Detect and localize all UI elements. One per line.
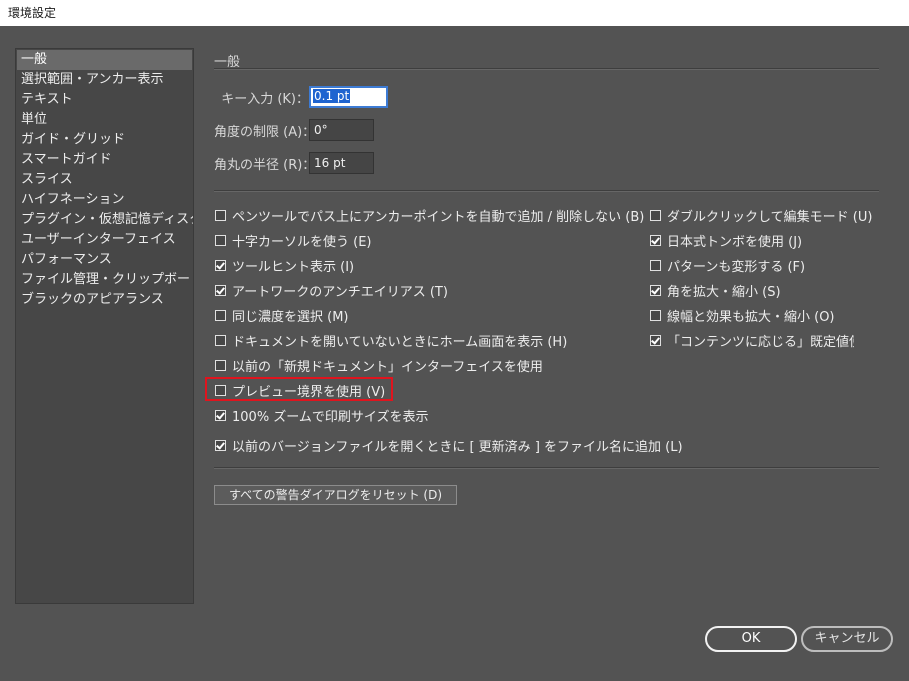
sidebar-item-units[interactable]: 単位 <box>16 110 193 130</box>
reset-warning-dialogs-button[interactable]: すべての警告ダイアログをリセット (D) <box>214 485 457 505</box>
option-label: 100% ズームで印刷サイズを表示 <box>232 409 429 425</box>
option-anti-aliased-artwork[interactable]: アートワークのアンチエイリアス (T) <box>215 281 448 300</box>
checkbox[interactable] <box>215 359 226 371</box>
sidebar-item-black-appearance[interactable]: ブラックのアピアランス <box>16 290 193 310</box>
divider <box>214 467 879 469</box>
sidebar: 一般 選択範囲・アンカー表示 テキスト 単位 ガイド・グリッド スマートガイド … <box>15 48 194 604</box>
sidebar-item-general[interactable]: 一般 <box>17 50 192 70</box>
sidebar-item-selection-anchor[interactable]: 選択範囲・アンカー表示 <box>16 70 193 90</box>
checkbox[interactable] <box>650 284 661 296</box>
key-input-field[interactable]: 0.1 pt <box>309 86 388 108</box>
option-pen-auto-add-delete[interactable]: ペンツールでパス上にアンカーポイントを自動で追加 / 削除しない (B) <box>215 206 645 225</box>
window-title: 環境設定 <box>0 0 909 26</box>
option-label: 「コンテンツに応じる」既定値使用 <box>667 334 854 350</box>
option-label: 十字カーソルを使う (E) <box>232 234 372 250</box>
checkbox[interactable] <box>215 259 226 271</box>
option-label: ダブルクリックして編集モード (U) <box>667 209 873 225</box>
checkbox[interactable] <box>215 234 226 246</box>
option-scale-corners[interactable]: 角を拡大・縮小 (S) <box>650 281 880 299</box>
angle-limit-field[interactable]: 0° <box>309 119 374 141</box>
option-transform-patterns[interactable]: パターンも変形する (F) <box>650 256 880 274</box>
sidebar-item-plugins-scratch[interactable]: プラグイン・仮想記憶ディスク <box>16 210 193 230</box>
option-label: アートワークのアンチエイリアス (T) <box>232 284 448 300</box>
option-label: ドキュメントを開いていないときにホーム画面を表示 (H) <box>232 334 568 350</box>
sidebar-item-text[interactable]: テキスト <box>16 90 193 110</box>
corner-radius-field[interactable]: 16 pt <box>309 152 374 174</box>
checkbox[interactable] <box>650 334 661 346</box>
checkbox[interactable] <box>215 309 226 321</box>
option-japanese-crop-marks[interactable]: 日本式トンボを使用 (J) <box>650 231 880 249</box>
corner-radius-row: 角丸の半径 (R)： 16 pt <box>214 152 374 174</box>
angle-limit-row: 角度の制限 (A)： 0° <box>214 119 374 141</box>
key-input-row: キー入力 (K)： 0.1 pt <box>214 86 388 108</box>
option-label: パターンも変形する (F) <box>667 259 806 275</box>
annotation-highlight-box <box>205 377 393 401</box>
sidebar-item-performance[interactable]: パフォーマンス <box>16 250 193 270</box>
option-label: 線幅と効果も拡大・縮小 (O) <box>667 309 835 325</box>
option-precise-cursors[interactable]: 十字カーソルを使う (E) <box>215 231 372 250</box>
key-input-label: キー入力 (K)： <box>221 91 309 107</box>
sidebar-item-slices[interactable]: スライス <box>16 170 193 190</box>
option-label: ツールヒント表示 (I) <box>232 259 355 275</box>
sidebar-item-guides-grid[interactable]: ガイド・グリッド <box>16 130 193 150</box>
option-append-converted[interactable]: 以前のバージョンファイルを開くときに [ 更新済み ] をファイル名に追加 (L… <box>215 436 683 455</box>
option-label: 同じ濃度を選択 (M) <box>232 309 349 325</box>
option-label: 以前の「新規ドキュメント」インターフェイスを使用 <box>232 359 543 375</box>
option-label: ペンツールでパス上にアンカーポイントを自動で追加 / 削除しない (B) <box>232 209 645 225</box>
key-input-value: 0.1 pt <box>313 89 351 103</box>
ok-button[interactable]: OK <box>705 626 797 652</box>
divider <box>214 68 879 70</box>
cancel-button[interactable]: キャンセル <box>801 626 893 652</box>
option-select-same-tint[interactable]: 同じ濃度を選択 (M) <box>215 306 349 325</box>
checkbox[interactable] <box>215 439 226 451</box>
sidebar-item-file-handling[interactable]: ファイル管理・クリップボード <box>16 270 193 290</box>
option-show-home-screen[interactable]: ドキュメントを開いていないときにホーム画面を表示 (H) <box>215 331 568 350</box>
sidebar-item-hyphenation[interactable]: ハイフネーション <box>16 190 193 210</box>
checkbox[interactable] <box>650 259 661 271</box>
option-label: 以前のバージョンファイルを開くときに [ 更新済み ] をファイル名に追加 (L… <box>232 439 683 455</box>
checkbox[interactable] <box>650 309 661 321</box>
option-double-click-isolate[interactable]: ダブルクリックして編集モード (U) <box>650 206 880 224</box>
option-content-aware-defaults[interactable]: 「コンテンツに応じる」既定値使用 <box>650 331 854 349</box>
option-print-size-100-zoom[interactable]: 100% ズームで印刷サイズを表示 <box>215 406 429 425</box>
checkbox[interactable] <box>215 409 226 421</box>
sidebar-item-smart-guides[interactable]: スマートガイド <box>16 150 193 170</box>
option-show-tooltips[interactable]: ツールヒント表示 (I) <box>215 256 355 275</box>
checkbox[interactable] <box>650 234 661 246</box>
checkbox[interactable] <box>650 209 661 221</box>
angle-limit-label: 角度の制限 (A)： <box>214 124 316 140</box>
option-legacy-new-document[interactable]: 以前の「新規ドキュメント」インターフェイスを使用 <box>215 356 543 375</box>
checkbox[interactable] <box>215 284 226 296</box>
corner-radius-label: 角丸の半径 (R)： <box>214 157 316 173</box>
divider <box>214 190 879 192</box>
option-scale-strokes-effects[interactable]: 線幅と効果も拡大・縮小 (O) <box>650 306 880 324</box>
option-label: 角を拡大・縮小 (S) <box>667 284 781 300</box>
sidebar-item-user-interface[interactable]: ユーザーインターフェイス <box>16 230 193 250</box>
checkbox[interactable] <box>215 334 226 346</box>
option-label: 日本式トンボを使用 (J) <box>667 234 803 250</box>
checkbox[interactable] <box>215 209 226 221</box>
